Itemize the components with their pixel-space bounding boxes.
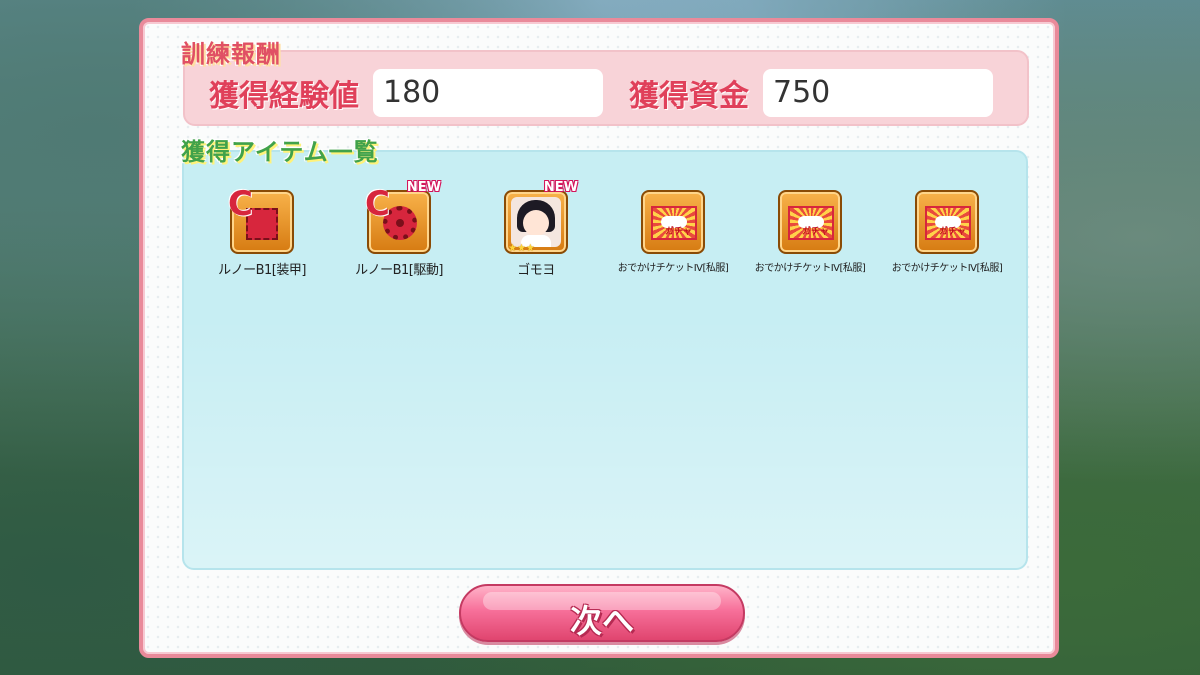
exp-label: 獲得経験値 bbox=[209, 79, 359, 114]
new-badge: NEW bbox=[406, 180, 441, 195]
exp-value: 180 bbox=[373, 69, 603, 117]
funds-value: 750 bbox=[763, 69, 993, 117]
armor-part-icon: C bbox=[228, 184, 294, 254]
new-badge: NEW bbox=[543, 180, 578, 195]
part-mark: C bbox=[228, 184, 253, 224]
portrait bbox=[511, 197, 561, 247]
ticket-mark: ガチャ bbox=[665, 227, 692, 237]
portrait-face bbox=[523, 210, 549, 236]
list-item[interactable]: C NEW ルノーB1[駆動] bbox=[334, 180, 464, 278]
ticket-mark: ガチャ bbox=[802, 227, 829, 237]
next-button[interactable]: 次へ bbox=[459, 584, 745, 642]
list-item[interactable]: C ルノーB1[装甲] bbox=[197, 184, 327, 278]
star-rating-icon: ★★★ bbox=[508, 243, 535, 254]
character-portrait-icon: ★★★ NEW bbox=[504, 180, 578, 254]
list-item[interactable]: ガチャ おでかけチケットIV[私服] bbox=[745, 190, 875, 274]
gacha-ticket-icon: ガチャ bbox=[778, 190, 842, 254]
funds-label: 獲得資金 bbox=[629, 79, 749, 114]
item-list-box: C ルノーB1[装甲] C NEW ルノーB1[駆動] ★★★ NEW ゴモヨ … bbox=[182, 150, 1028, 570]
item-name: おでかけチケットIV[私服] bbox=[617, 263, 729, 274]
list-item[interactable]: ガチャ おでかけチケットIV[私服] bbox=[882, 190, 1012, 274]
gacha-ticket-icon: ガチャ bbox=[641, 190, 705, 254]
ticket-art: ガチャ bbox=[651, 206, 697, 240]
gacha-ticket-icon: ガチャ bbox=[915, 190, 979, 254]
next-button-label: 次へ bbox=[569, 602, 634, 640]
part-mark: C bbox=[365, 184, 390, 224]
items-title: 獲得アイテム一覧 bbox=[181, 138, 379, 166]
ticket-mark: ガチャ bbox=[939, 227, 966, 237]
reward-summary-box: 獲得経験値 180 獲得資金 750 bbox=[183, 50, 1029, 126]
item-name: ルノーB1[駆動] bbox=[355, 263, 443, 278]
item-name: ゴモヨ bbox=[517, 263, 555, 278]
item-name: おでかけチケットIV[私服] bbox=[754, 263, 866, 274]
list-item[interactable]: ★★★ NEW ゴモヨ bbox=[471, 180, 601, 278]
reward-title: 訓練報酬 bbox=[181, 40, 281, 68]
item-name: ルノーB1[装甲] bbox=[218, 263, 306, 278]
ticket-art: ガチャ bbox=[788, 206, 834, 240]
item-name: おでかけチケットIV[私服] bbox=[891, 263, 1003, 274]
ticket-art: ガチャ bbox=[925, 206, 971, 240]
list-item[interactable]: ガチャ おでかけチケットIV[私服] bbox=[608, 190, 738, 274]
reward-panel: 獲得経験値 180 獲得資金 750 訓練報酬 C ルノーB1[装甲] C NE… bbox=[139, 18, 1059, 658]
drive-gear-part-icon: C NEW bbox=[365, 180, 441, 254]
